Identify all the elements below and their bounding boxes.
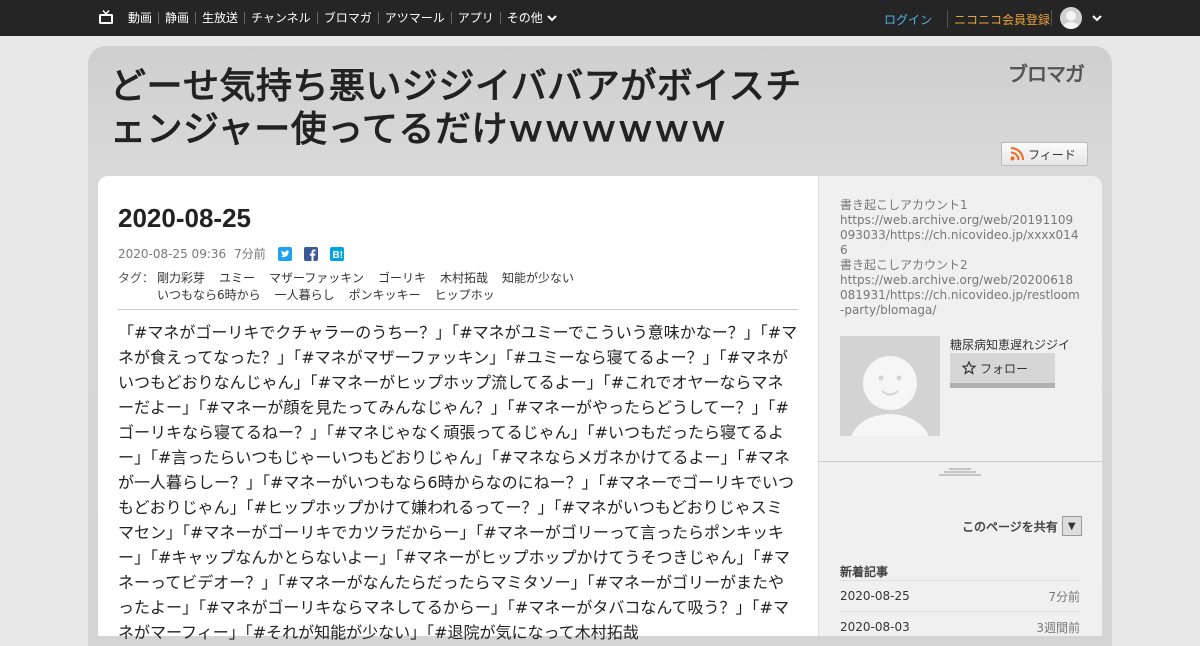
list-item[interactable]: 2020-08-03 3週間前 [840,611,1080,642]
posted-at: 2020-08-25 09:36 [118,246,227,261]
profile-link: https://web.archive.org/web/202006180819… [840,273,1080,317]
tag-item[interactable]: ユミー [219,270,255,287]
recent-ago: 7分前 [1048,589,1080,604]
tag-item[interactable]: マザーファッキン [269,270,364,287]
bromaga-logo[interactable]: ブロマガ [1008,58,1085,87]
posted-ago: 7分前 [234,247,266,261]
tag-item[interactable]: 一人暮らし [275,287,335,304]
twitter-icon[interactable] [277,246,292,261]
recent-date[interactable]: 2020-08-25 [840,589,910,603]
author-name[interactable]: 糖尿病知恵遅れジジイ [950,336,1070,353]
share-page[interactable]: このページを共有 ▼ [962,516,1082,536]
profile-line: 書き起こしアカウント1 [840,198,968,212]
nav-item-blomaga[interactable]: ブロマガ [316,12,378,24]
tag-item[interactable]: ヒップホッ [435,287,495,304]
svg-text:B!: B! [332,250,343,261]
default-avatar-icon [840,336,940,436]
facebook-icon[interactable] [303,246,318,261]
list-item[interactable]: 2020-08-25 7分前 [840,580,1080,611]
article-tags: タグ： 剛力彩芽 ユミー マザーファッキン ゴーリキ 木村拓哉 知能が少ない い… [118,270,588,304]
grip-handle-icon[interactable] [939,467,981,477]
nav-item-channel[interactable]: チャンネル [244,12,317,24]
star-icon [962,361,976,375]
profile-description: 書き起こしアカウント1 https://web.archive.org/web/… [840,198,1080,318]
article-title[interactable]: 2020-08-25 [118,203,251,234]
share-dropdown-toggle[interactable]: ▼ [1061,516,1082,536]
recent-articles-list: 2020-08-25 7分前 2020-08-03 3週間前 [840,580,1080,642]
author-avatar[interactable] [840,336,940,436]
rss-icon [1010,147,1024,161]
nav-item-more[interactable]: その他 [499,11,563,25]
tag-item[interactable]: 剛力彩芽 [157,270,205,287]
profile-link: https://web.archive.org/web/201911090930… [840,213,1079,257]
nav-item-video[interactable]: 動画 [122,12,158,24]
tag-item[interactable]: いつもなら6時から [157,287,261,304]
nav-more-label: その他 [506,11,543,25]
top-navigation-bar: 動画 静画 生放送 チャンネル ブロマガ アツマール アプリ その他 ログイン … [0,0,1200,36]
follow-button[interactable]: フォロー [950,353,1055,388]
tag-item[interactable]: 木村拓哉 [440,270,488,287]
recent-ago: 3週間前 [1036,620,1080,635]
article-divider [118,309,798,310]
nav-item-live[interactable]: 生放送 [195,12,244,24]
nav-item-app[interactable]: アプリ [450,12,500,24]
recent-articles-heading: 新着記事 [840,565,889,579]
nav-item-seiga[interactable]: 静画 [158,12,195,24]
tags-label: タグ： [118,271,155,285]
sidebar-divider [819,461,1102,462]
feed-button[interactable]: フィード [1001,142,1088,166]
tag-item[interactable]: ゴーリキ [378,270,426,287]
divider [1051,10,1052,26]
user-icon [1060,7,1082,29]
recent-date[interactable]: 2020-08-03 [840,620,910,634]
main-nav: 動画 静画 生放送 チャンネル ブロマガ アツマール アプリ その他 [122,0,563,36]
hatena-bookmark-icon[interactable]: B! [329,246,344,261]
nav-item-atsumaru[interactable]: アツマール [377,12,451,24]
share-page-label: このページを共有 [962,519,1058,534]
user-avatar-button[interactable] [1060,7,1082,29]
blog-title[interactable]: どーせ気持ち悪いジジイババアがボイスチェンジャー使ってるだけｗｗｗｗｗｗ [110,64,830,150]
register-link[interactable]: ニコニコ会員登録 [947,11,1050,28]
tag-item[interactable]: ポンキッキー [349,287,421,304]
chevron-down-icon[interactable] [1092,14,1102,22]
follow-label: フォロー [980,361,1029,376]
profile-line: 書き起こしアカウント2 [840,258,968,272]
tag-list: 剛力彩芽 ユミー マザーファッキン ゴーリキ 木村拓哉 知能が少ない いつもなら… [157,270,588,304]
tag-item[interactable]: 知能が少ない [502,270,574,287]
feed-label: フィード [1028,147,1076,162]
niconico-tv-icon[interactable] [98,10,114,24]
article-meta: 2020-08-25 09:36 7分前 B! [118,245,344,262]
article-body: 「#マネがゴーリキでクチャラーのうちー？」「#マネがユミーでこういう意味かなー？… [118,323,798,642]
login-link[interactable]: ログイン [884,11,932,28]
chevron-down-icon [547,15,557,22]
